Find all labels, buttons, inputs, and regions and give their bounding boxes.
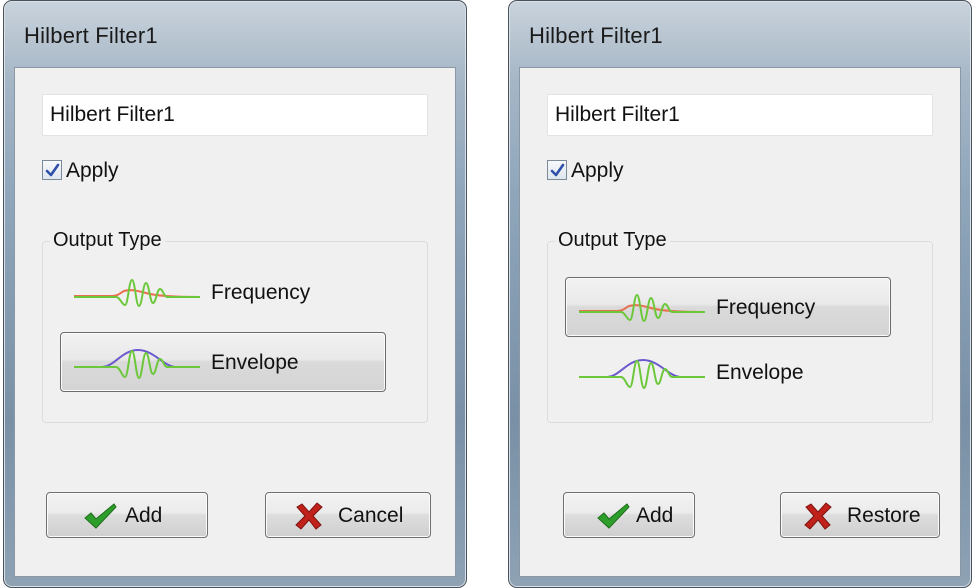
dialog-right: Hilbert Filter1 Apply Output Type Freque…: [508, 0, 972, 588]
option-envelope[interactable]: Envelope: [565, 342, 891, 402]
checkmark-icon: [45, 163, 60, 177]
output-type-group: Output Type Frequency Envelope: [42, 229, 428, 423]
filter-name-input[interactable]: [42, 94, 428, 136]
title-bar[interactable]: Hilbert Filter1: [4, 1, 466, 67]
apply-label: Apply: [571, 159, 624, 182]
restore-button[interactable]: Restore: [780, 492, 940, 538]
add-button-label: Add: [125, 504, 163, 527]
check-icon: [84, 503, 117, 529]
frequency-waveform-icon: [74, 278, 201, 308]
output-type-label: Output Type: [50, 229, 165, 252]
envelope-waveform-icon: [579, 358, 705, 390]
title-bar[interactable]: Hilbert Filter1: [509, 1, 971, 67]
option-envelope-label: Envelope: [716, 361, 804, 384]
option-envelope[interactable]: Envelope: [60, 332, 386, 392]
add-button-label: Add: [636, 504, 674, 527]
x-icon: [804, 502, 832, 530]
envelope-waveform-icon: [74, 348, 200, 380]
window-title: Hilbert Filter1: [529, 23, 663, 48]
cancel-button[interactable]: Cancel: [265, 492, 431, 538]
dialog-body: Apply Output Type Frequency Envelope: [519, 67, 961, 577]
restore-button-label: Restore: [847, 504, 921, 527]
output-type-label: Output Type: [555, 229, 670, 252]
window-title: Hilbert Filter1: [24, 23, 158, 48]
add-button[interactable]: Add: [563, 492, 695, 538]
option-frequency-label: Frequency: [211, 281, 311, 304]
add-button[interactable]: Add: [46, 492, 208, 538]
cancel-button-label: Cancel: [338, 504, 404, 527]
checkmark-icon: [550, 163, 565, 177]
dialog-body: Apply Output Type Frequency Envelope: [14, 67, 456, 577]
apply-checkbox[interactable]: [42, 160, 62, 180]
check-icon: [597, 503, 630, 529]
option-frequency[interactable]: Frequency: [565, 277, 891, 337]
option-envelope-label: Envelope: [211, 351, 299, 374]
option-frequency[interactable]: Frequency: [60, 262, 386, 322]
dialog-left: Hilbert Filter1 Apply Output Type Freque…: [3, 0, 467, 588]
x-icon: [295, 502, 323, 530]
option-frequency-label: Frequency: [716, 296, 816, 319]
output-type-group: Output Type Frequency Envelope: [547, 229, 933, 423]
frequency-waveform-icon: [579, 293, 706, 323]
filter-name-input[interactable]: [547, 94, 933, 136]
apply-label: Apply: [66, 159, 119, 182]
apply-checkbox[interactable]: [547, 160, 567, 180]
